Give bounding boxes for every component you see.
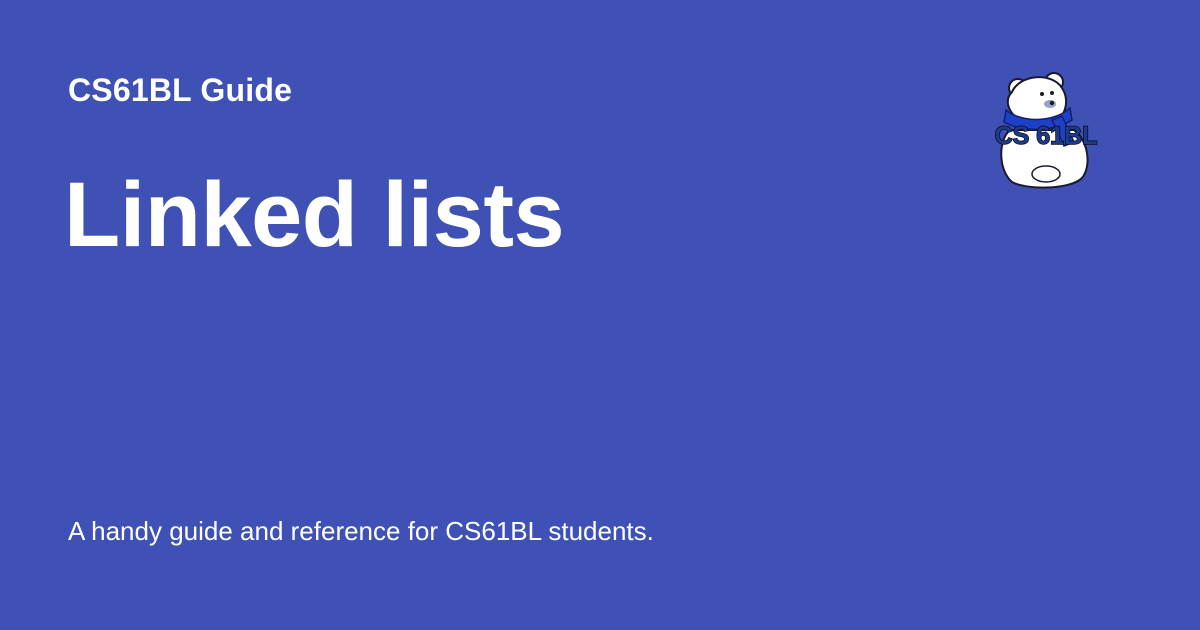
logo-text: CS 61BL (995, 122, 1098, 150)
page-description: A handy guide and reference for CS61BL s… (68, 516, 654, 546)
page-title: Linked lists (64, 164, 565, 266)
site-name: CS61BL Guide (68, 72, 293, 108)
polar-bear-logo-icon: CS 61BL (994, 72, 1098, 189)
